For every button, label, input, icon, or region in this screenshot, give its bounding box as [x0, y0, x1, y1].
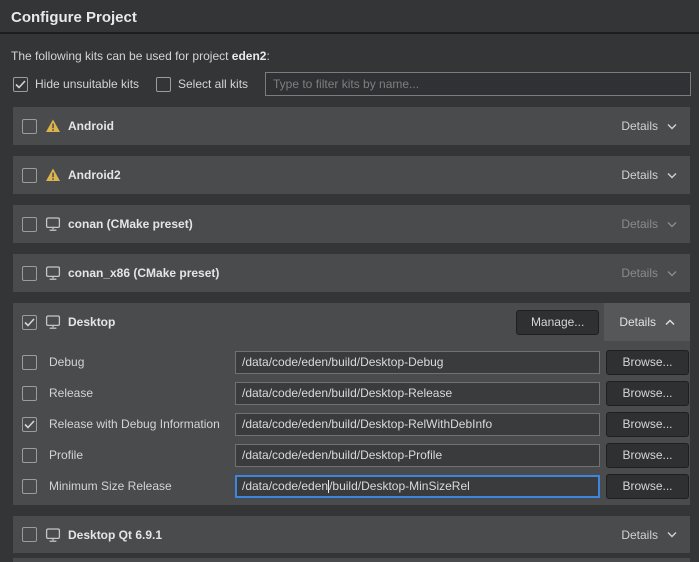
configure-project-page: Configure Project The following kits can… [0, 0, 699, 562]
kit-panel-desktop: Desktop Manage... Details Debug Browse..… [13, 303, 690, 505]
details-toggle-desktop-qt[interactable]: Details [608, 516, 690, 553]
config-relwithdebinfo-browse-button[interactable]: Browse... [606, 412, 689, 437]
config-relwithdebinfo-path-input[interactable] [235, 413, 600, 436]
kit-name: Android2 [68, 168, 121, 182]
config-relwithdebinfo-label: Release with Debug Information [49, 417, 220, 431]
config-relwithdebinfo-checkbox[interactable] [22, 417, 37, 432]
kit-conan-checkbox[interactable] [22, 217, 37, 232]
details-toggle-conan-x86[interactable]: Details [608, 254, 690, 292]
hide-unsuitable-kits-option: Hide unsuitable kits [13, 75, 139, 93]
chevron-down-icon [667, 172, 677, 179]
config-release-label: Release [49, 386, 93, 400]
details-toggle-conan[interactable]: Details [608, 205, 690, 243]
build-config-row-release: Release Browse... [22, 380, 687, 406]
kit-row-android2: Android2 Details [13, 156, 690, 194]
warning-icon [45, 118, 61, 134]
next-kit-row-partial [13, 558, 690, 562]
details-toggle-android[interactable]: Details [608, 107, 690, 145]
details-toggle-desktop[interactable]: Details [604, 303, 690, 341]
hide-unsuitable-kits-label: Hide unsuitable kits [35, 77, 139, 91]
kit-filter-input[interactable] [265, 72, 691, 96]
config-minsizerel-browse-button[interactable]: Browse... [606, 474, 689, 499]
config-debug-path-input[interactable] [235, 351, 600, 374]
kit-row-desktop-qt: Desktop Qt 6.9.1 Details [13, 516, 690, 553]
page-title: Configure Project [11, 9, 137, 26]
kit-row-android: Android Details [13, 107, 690, 145]
config-debug-checkbox[interactable] [22, 355, 37, 370]
chevron-down-icon [667, 123, 677, 130]
desktop-icon [45, 314, 61, 330]
config-debug-browse-button[interactable]: Browse... [606, 350, 689, 375]
project-name: eden2 [232, 49, 267, 63]
title-separator [0, 32, 699, 34]
kit-desktop-checkbox[interactable] [22, 315, 37, 330]
kit-desktop-qt-checkbox[interactable] [22, 527, 37, 542]
chevron-down-icon [667, 221, 677, 228]
kit-android-checkbox[interactable] [22, 119, 37, 134]
desktop-icon [45, 527, 61, 543]
kit-name: Android [68, 119, 114, 133]
select-all-kits-label: Select all kits [178, 77, 248, 91]
chevron-up-icon [665, 319, 675, 326]
desktop-icon [45, 265, 61, 281]
kit-name: Desktop Qt 6.9.1 [68, 528, 162, 542]
build-config-row-minsizerel: Minimum Size Release /data/code/eden/bui… [22, 473, 687, 499]
details-toggle-android2[interactable]: Details [608, 156, 690, 194]
config-minsizerel-checkbox[interactable] [22, 479, 37, 494]
kits-intro-text: The following kits can be used for proje… [11, 49, 270, 63]
config-release-checkbox[interactable] [22, 386, 37, 401]
build-config-row-debug: Debug Browse... [22, 349, 687, 375]
kit-name: conan (CMake preset) [68, 217, 193, 231]
config-minsizerel-label: Minimum Size Release [49, 479, 172, 493]
config-release-browse-button[interactable]: Browse... [606, 381, 689, 406]
hide-unsuitable-kits-checkbox[interactable] [13, 77, 28, 92]
warning-icon [45, 167, 61, 183]
config-profile-path-input[interactable] [235, 444, 600, 467]
kit-name: Desktop [68, 315, 115, 329]
manage-kits-button[interactable]: Manage... [516, 310, 599, 335]
kit-row-conan: conan (CMake preset) Details [13, 205, 690, 243]
kit-conan-x86-checkbox[interactable] [22, 266, 37, 281]
config-minsizerel-path-input[interactable]: /data/code/eden/build/Desktop-MinSizeRel [235, 475, 600, 498]
config-release-path-input[interactable] [235, 382, 600, 405]
build-config-row-relwithdebinfo: Release with Debug Information Browse... [22, 411, 687, 437]
chevron-down-icon [667, 531, 677, 538]
kit-row-conan-x86: conan_x86 (CMake preset) Details [13, 254, 690, 292]
kit-name: conan_x86 (CMake preset) [68, 266, 219, 280]
kit-android2-checkbox[interactable] [22, 168, 37, 183]
select-all-kits-option: Select all kits [156, 75, 248, 93]
config-profile-checkbox[interactable] [22, 448, 37, 463]
config-profile-label: Profile [49, 448, 83, 462]
build-config-row-profile: Profile Browse... [22, 442, 687, 468]
chevron-down-icon [667, 270, 677, 277]
desktop-icon [45, 216, 61, 232]
select-all-kits-checkbox[interactable] [156, 77, 171, 92]
config-debug-label: Debug [49, 355, 84, 369]
config-profile-browse-button[interactable]: Browse... [606, 443, 689, 468]
